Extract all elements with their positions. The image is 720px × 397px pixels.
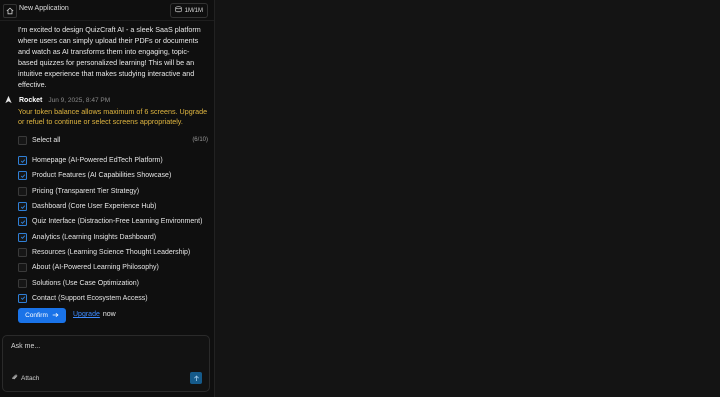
item-label: Homepage (AI-Powered EdTech Platform) [32, 157, 163, 165]
database-icon [175, 6, 182, 15]
item-label: Analytics (Learning Insights Dashboard) [32, 233, 157, 241]
item-checkbox[interactable] [18, 186, 27, 196]
item-checkbox[interactable] [18, 247, 27, 257]
screen-list: Homepage (AI-Powered EdTech Platform) Pr… [18, 153, 208, 306]
item-checkbox[interactable] [18, 232, 27, 242]
select-all-label: Select all [32, 136, 61, 144]
item-label: Product Features (AI Capabilities Showca… [32, 172, 172, 180]
paperclip-icon [11, 374, 18, 383]
send-button[interactable] [190, 372, 202, 384]
list-item[interactable]: Homepage (AI-Powered EdTech Platform) [18, 153, 208, 168]
attach-label: Attach [21, 375, 40, 382]
item-label: Quiz Interface (Distraction-Free Learnin… [32, 218, 203, 226]
rocket-icon [4, 95, 13, 106]
select-all-row[interactable]: Select all (6/10) [18, 135, 208, 145]
list-item[interactable]: About (AI-Powered Learning Philosophy) [18, 260, 208, 275]
top-bar: New Application 1M/1M [0, 0, 214, 21]
user-message: I'm excited to design QuizCraft AI - a s… [18, 25, 201, 89]
token-warning: Your token balance allows maximum of 6 s… [18, 107, 208, 126]
item-checkbox[interactable] [18, 217, 27, 227]
list-item[interactable]: Solutions (Use Case Optimization) [18, 275, 208, 290]
chat-input[interactable]: Ask me... [11, 343, 40, 350]
home-button[interactable] [3, 4, 17, 18]
confirm-button-label: Confirm [25, 312, 48, 319]
chat-panel: New Application 1M/1M I'm excited to des… [0, 0, 215, 397]
home-icon [6, 2, 14, 20]
list-item[interactable]: Contact (Support Ecosystem Access) [18, 291, 208, 306]
list-item[interactable]: Analytics (Learning Insights Dashboard) [18, 229, 208, 244]
assistant-name: Rocket [19, 97, 43, 104]
selection-count: (6/10) [192, 137, 208, 143]
item-checkbox[interactable] [18, 263, 27, 273]
item-checkbox[interactable] [18, 293, 27, 303]
item-label: Solutions (Use Case Optimization) [32, 279, 139, 287]
list-item[interactable]: Dashboard (Core User Experience Hub) [18, 199, 208, 214]
item-label: About (AI-Powered Learning Philosophy) [32, 264, 159, 272]
item-checkbox[interactable] [18, 278, 27, 288]
attach-button[interactable]: Attach [11, 374, 39, 383]
item-checkbox[interactable] [18, 156, 27, 166]
list-item[interactable]: Product Features (AI Capabilities Showca… [18, 168, 208, 183]
item-label: Resources (Learning Science Thought Lead… [32, 248, 191, 256]
message-timestamp: Jun 9, 2025, 8:47 PM [48, 97, 111, 104]
item-checkbox[interactable] [18, 202, 27, 212]
upgrade-prompt: Upgrade now [73, 311, 116, 318]
list-item[interactable]: Quiz Interface (Distraction-Free Learnin… [18, 214, 208, 229]
list-item[interactable]: Pricing (Transparent Tier Strategy) [18, 184, 208, 199]
confirm-button[interactable]: Confirm [18, 308, 66, 323]
token-balance-text: 1M/1M [184, 7, 203, 14]
token-balance-pill[interactable]: 1M/1M [169, 3, 208, 18]
page-title: New Application [19, 5, 69, 12]
arrow-up-icon [193, 369, 200, 387]
preview-area [215, 0, 720, 397]
select-all-checkbox[interactable] [18, 135, 27, 145]
arrow-right-icon [52, 312, 59, 320]
list-item[interactable]: Resources (Learning Science Thought Lead… [18, 245, 208, 260]
item-checkbox[interactable] [18, 171, 27, 181]
assistant-header: Rocket Jun 9, 2025, 8:47 PM [4, 95, 110, 106]
item-label: Dashboard (Core User Experience Hub) [32, 203, 157, 211]
item-label: Pricing (Transparent Tier Strategy) [32, 187, 140, 195]
upgrade-suffix: now [102, 311, 116, 318]
chat-composer[interactable]: Ask me... Attach [2, 335, 210, 392]
upgrade-link[interactable]: Upgrade [73, 311, 100, 318]
item-label: Contact (Support Ecosystem Access) [32, 294, 148, 302]
